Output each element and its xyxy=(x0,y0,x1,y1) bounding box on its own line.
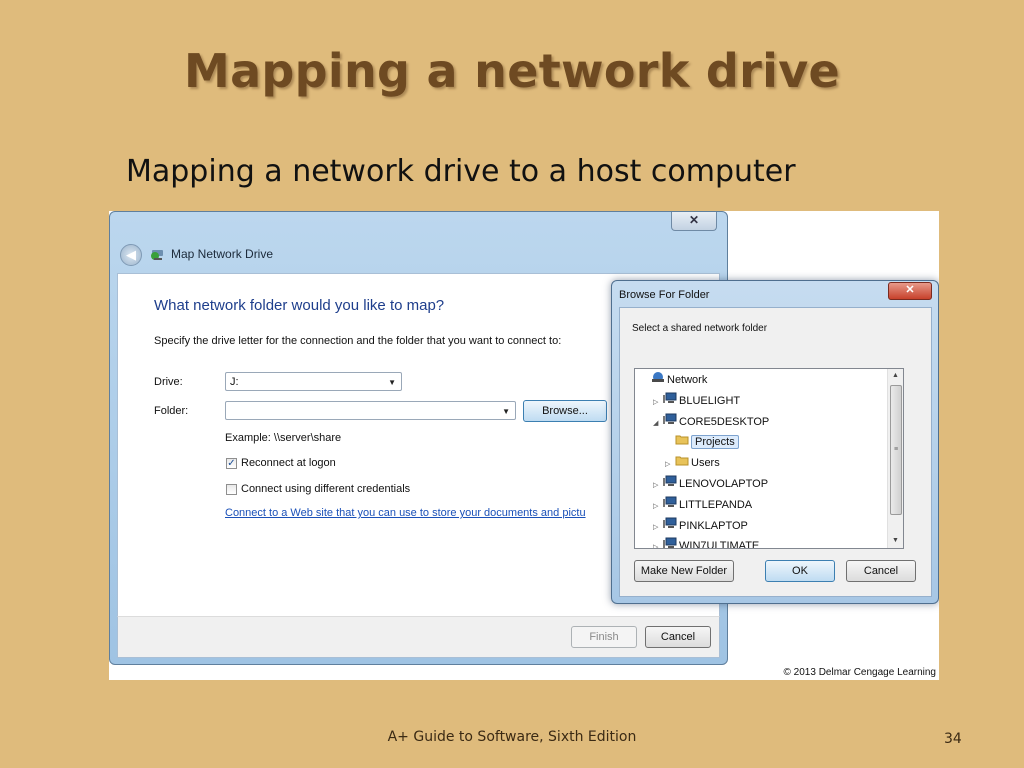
page-number: 34 xyxy=(944,731,962,747)
expand-arrow-icon[interactable]: ▷ xyxy=(653,519,663,537)
close-icon[interactable]: ✕ xyxy=(888,282,932,300)
expand-arrow-icon[interactable]: ◢ xyxy=(653,415,663,433)
drive-select[interactable]: J: ▼ xyxy=(225,372,402,391)
tree-item-label: WIN7ULTIMATE xyxy=(679,540,760,549)
tree-item[interactable]: Projects xyxy=(665,433,739,451)
expand-arrow-icon[interactable]: ▷ xyxy=(653,498,663,516)
folder-icon xyxy=(675,433,691,451)
network-drive-icon xyxy=(150,247,166,261)
tree-item[interactable]: ▷ LITTLEPANDA xyxy=(653,496,752,514)
back-arrow-icon[interactable]: ◀ xyxy=(120,244,142,266)
tree-item-label: LENOVOLAPTOP xyxy=(679,478,769,490)
tree-scrollbar[interactable]: ▲ ≡ ▼ xyxy=(887,369,903,548)
computer-icon xyxy=(663,475,679,493)
slide-subtitle: Mapping a network drive to a host comput… xyxy=(126,154,796,189)
example-text: Example: \\server\share xyxy=(225,432,342,444)
scroll-thumb[interactable]: ≡ xyxy=(890,385,902,515)
wizard-heading: What network folder would you like to ma… xyxy=(154,297,445,314)
tree-item-label: Users xyxy=(691,457,720,470)
tree-item[interactable]: ◢ CORE5DESKTOP xyxy=(653,413,769,431)
computer-icon xyxy=(663,392,679,410)
footer-text: A+ Guide to Software, Sixth Edition xyxy=(387,729,637,745)
tree-item-label: PINKLAPTOP xyxy=(679,519,748,532)
expand-arrow-icon[interactable]: ▷ xyxy=(653,539,663,548)
close-icon[interactable]: ✕ xyxy=(671,212,717,231)
drive-value: J: xyxy=(230,376,239,388)
network-icon xyxy=(651,371,667,389)
dialog-title: Browse For Folder xyxy=(619,289,710,301)
expand-arrow-icon[interactable]: ▷ xyxy=(665,456,675,474)
finish-button[interactable]: Finish xyxy=(571,626,637,648)
tree-item[interactable]: ▷ LENOVOLAPTOP xyxy=(653,475,768,493)
reconnect-label: Reconnect at logon xyxy=(241,457,336,469)
folder-label: Folder: xyxy=(154,405,189,417)
tree-item-label: Network xyxy=(667,374,708,386)
tree-item-label: CORE5DESKTOP xyxy=(679,415,770,428)
scroll-up-icon[interactable]: ▲ xyxy=(888,369,903,383)
browse-for-folder-dialog: Browse For Folder ✕ Select a shared netw… xyxy=(611,280,939,604)
tree-item[interactable]: ▷ PINKLAPTOP xyxy=(653,517,748,535)
tree-item[interactable]: ▷ Users xyxy=(665,454,720,472)
chevron-down-icon: ▼ xyxy=(502,407,510,416)
dialog-content: Select a shared network folder Network ▷ B… xyxy=(619,307,932,597)
drive-label: Drive: xyxy=(154,376,183,388)
chevron-down-icon: ▼ xyxy=(388,378,396,387)
tree-item-label: BLUELIGHT xyxy=(679,394,741,407)
window-title: Map Network Drive xyxy=(171,247,274,261)
different-credentials-label: Connect using different credentials xyxy=(241,483,411,495)
folder-icon xyxy=(675,454,691,472)
tree-item[interactable]: ▷ WIN7ULTIMATE xyxy=(653,537,760,549)
make-new-folder-button[interactable]: Make New Folder xyxy=(634,560,734,582)
tree-item[interactable]: ▷ BLUELIGHT xyxy=(653,392,740,410)
scroll-down-icon[interactable]: ▼ xyxy=(888,534,903,548)
expand-arrow-icon[interactable]: ▷ xyxy=(653,394,663,412)
folder-input[interactable]: ▼ xyxy=(225,401,516,420)
cancel-button[interactable]: Cancel xyxy=(645,626,711,648)
wizard-instruction: Specify the drive letter for the connect… xyxy=(154,335,562,347)
wizard-button-bar: Finish Cancel xyxy=(117,616,720,658)
folder-tree[interactable]: Network ▷ BLUELIGHT ◢ CORE5DESKTOP Projects ▷ U… xyxy=(634,368,904,549)
computer-icon xyxy=(663,413,679,431)
screenshot-figure: ✕ ◀ Map Network Drive What network folde… xyxy=(109,211,939,680)
cancel-button[interactable]: Cancel xyxy=(846,560,916,582)
figure-credit: © 2013 Delmar Cengage Learning xyxy=(783,667,936,678)
ok-button[interactable]: OK xyxy=(765,560,835,582)
computer-icon xyxy=(663,537,679,548)
expand-arrow-icon[interactable]: ▷ xyxy=(653,477,663,495)
tree-item[interactable]: Network xyxy=(641,371,707,389)
computer-icon xyxy=(663,517,679,535)
browse-button[interactable]: Browse... xyxy=(523,400,607,422)
tree-item-label: Projects xyxy=(691,435,739,450)
computer-icon xyxy=(663,496,679,514)
different-credentials-checkbox[interactable] xyxy=(226,484,237,495)
dialog-description: Select a shared network folder xyxy=(632,323,768,334)
web-site-link[interactable]: Connect to a Web site that you can use t… xyxy=(225,507,586,519)
reconnect-checkbox[interactable]: ✓ xyxy=(226,458,237,469)
tree-item-label: LITTLEPANDA xyxy=(679,498,753,511)
slide-title: Mapping a network drive xyxy=(184,44,840,98)
